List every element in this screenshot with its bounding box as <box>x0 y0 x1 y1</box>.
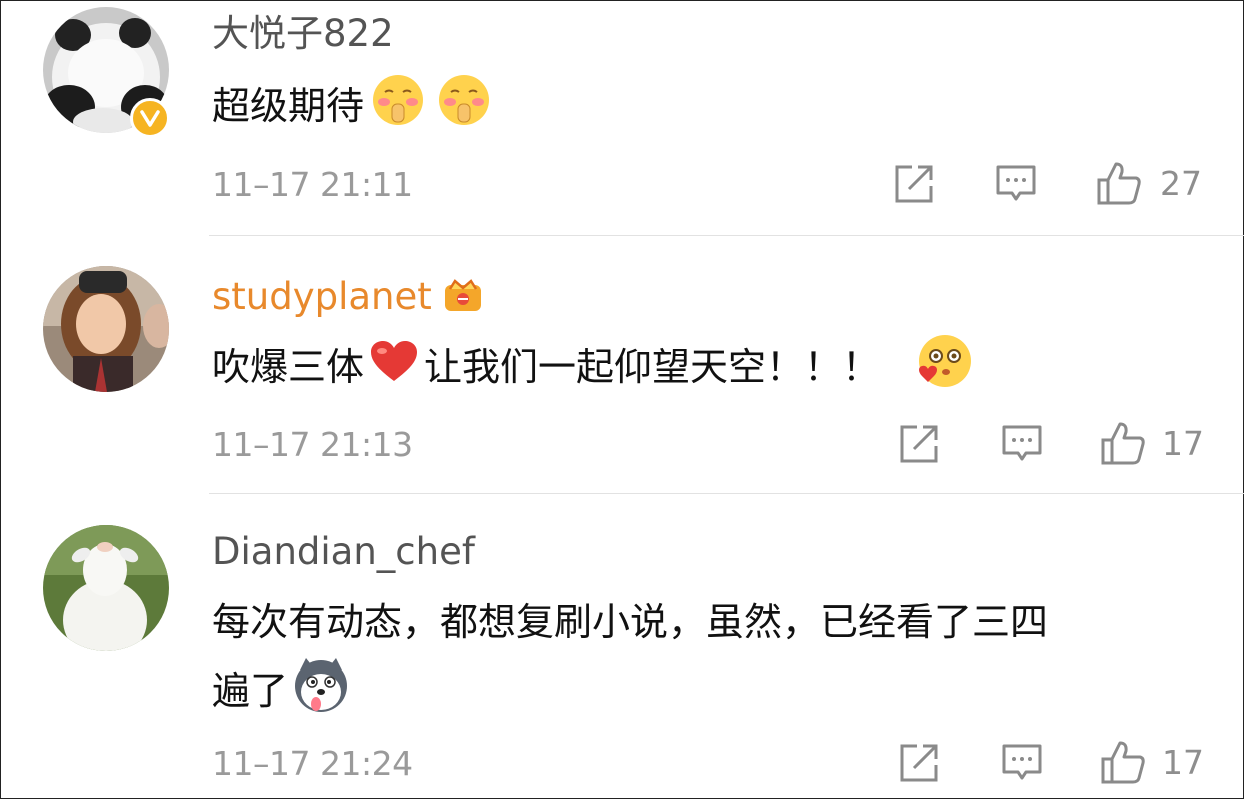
comment-icon[interactable] <box>1000 741 1044 785</box>
husky-dog-emoji-icon <box>292 656 350 731</box>
shy-face-emoji-icon <box>370 72 426 145</box>
like-count: 17 <box>1162 743 1204 782</box>
like-icon[interactable] <box>1096 160 1141 205</box>
comment-text: 每次有动态，都想复刷小说，虽然，已经看了三四 <box>212 600 1049 644</box>
comment-time: 11–17 21:13 <box>212 425 413 464</box>
divider <box>209 235 1244 236</box>
vip-crown-icon <box>442 273 484 323</box>
like-icon[interactable] <box>1100 739 1145 784</box>
comment-text: 遍了 <box>212 656 350 731</box>
comment-text-content: 遍了 <box>212 669 289 713</box>
like-count: 17 <box>1162 424 1204 463</box>
comment-text: 超级期待 <box>212 72 492 145</box>
comment-text-content: 超级期待 <box>212 84 365 128</box>
comment-text: 吹爆三体 让我们一起仰望天空！！！ <box>212 332 974 407</box>
comment-time: 11–17 21:24 <box>212 744 413 783</box>
comment-text-content: 吹爆三体 <box>212 345 365 389</box>
like-count: 27 <box>1160 164 1202 203</box>
verified-badge-icon <box>130 98 170 138</box>
shy-face-emoji-icon <box>436 72 492 145</box>
heart-eyes-emoji-icon <box>916 332 974 407</box>
repost-icon[interactable] <box>897 422 941 466</box>
repost-icon[interactable] <box>897 741 941 785</box>
divider <box>209 493 1244 494</box>
red-heart-icon <box>368 338 420 401</box>
comment-icon[interactable] <box>1000 422 1044 466</box>
avatar[interactable] <box>43 525 169 651</box>
username[interactable]: 大悦子822 <box>212 14 394 54</box>
comment-time: 11–17 21:11 <box>212 165 413 204</box>
username[interactable]: Diandian_chef <box>212 532 475 572</box>
like-icon[interactable] <box>1100 420 1145 465</box>
username[interactable]: studyplanet <box>212 275 432 318</box>
comment-icon[interactable] <box>994 162 1038 206</box>
comment-text-content: 让我们一起仰望天空！！！ <box>424 345 881 389</box>
avatar[interactable] <box>43 266 169 392</box>
repost-icon[interactable] <box>892 162 936 206</box>
